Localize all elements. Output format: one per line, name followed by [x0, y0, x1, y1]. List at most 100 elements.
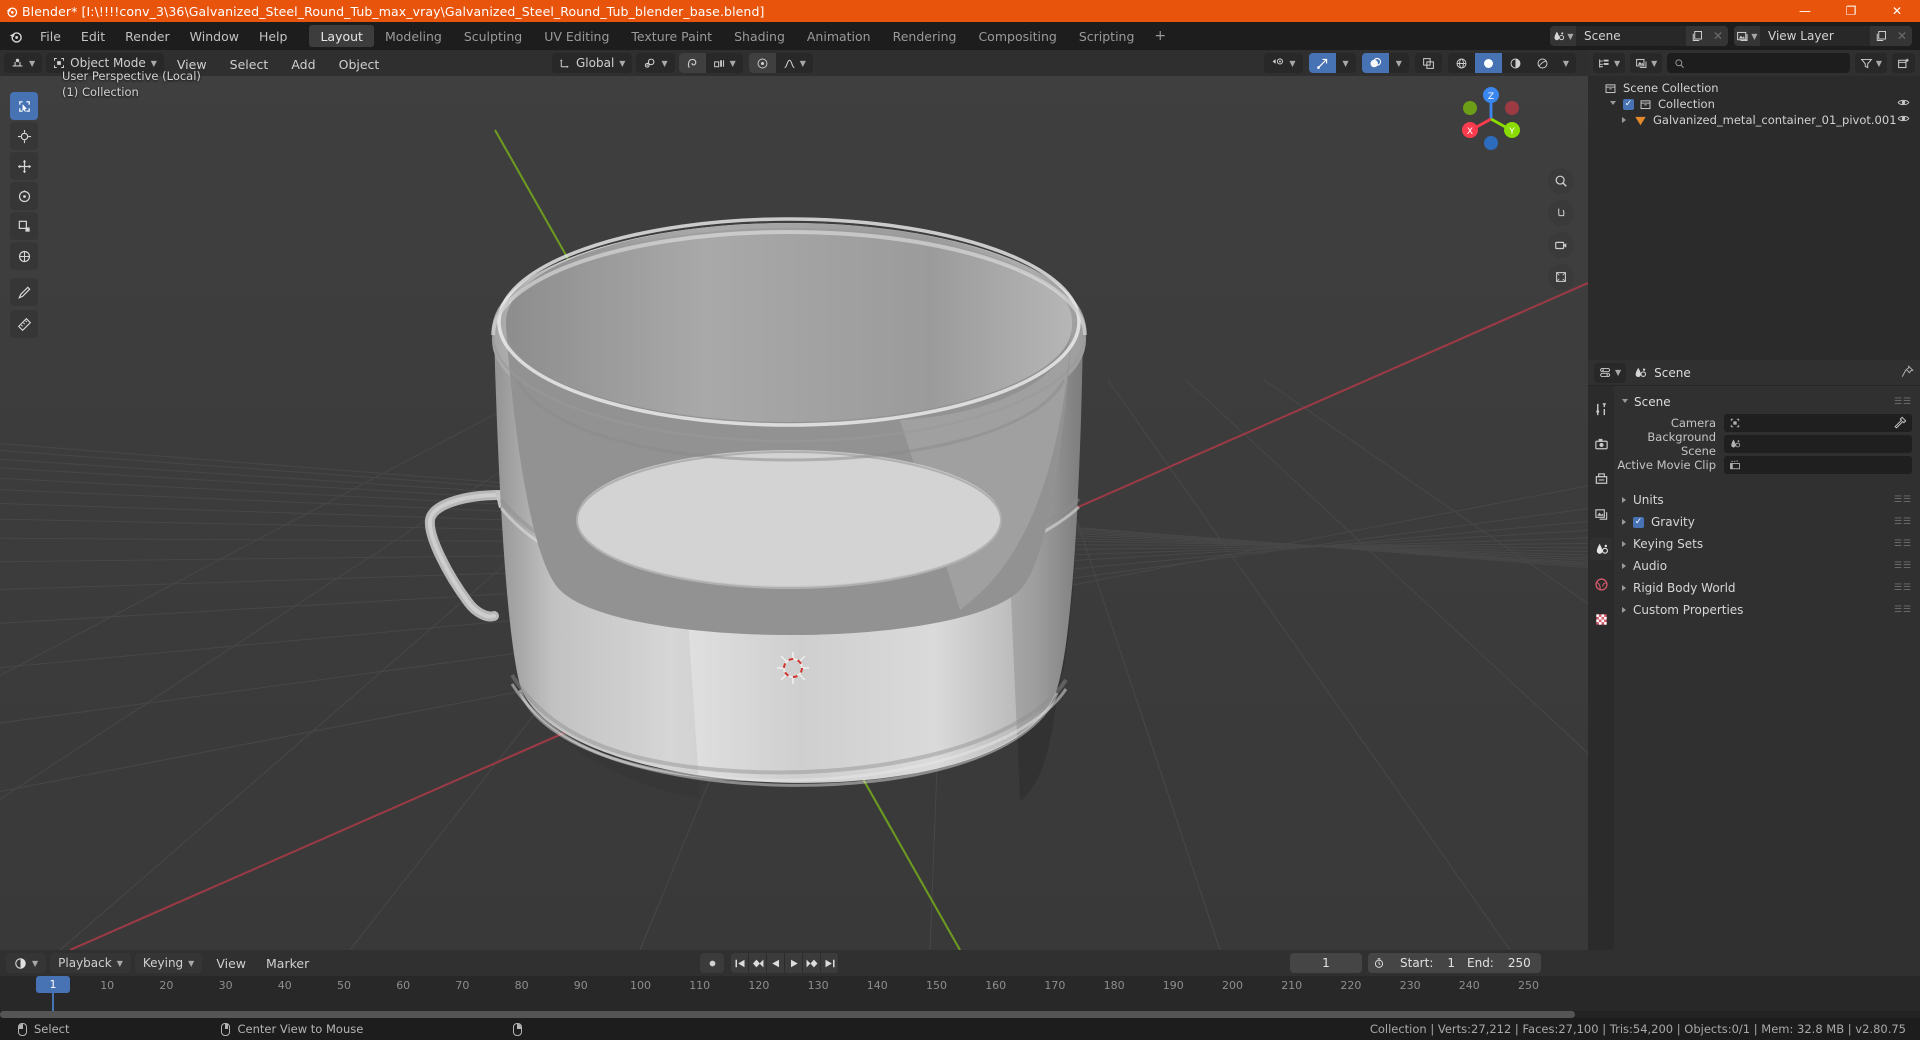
jump-to-start-button[interactable] [731, 953, 749, 973]
outliner-row-collection[interactable]: ✓ Collection [1588, 96, 1920, 112]
expand-keying-sets-icon[interactable] [1622, 541, 1626, 547]
view-layer-icon[interactable]: ▼ [1734, 26, 1760, 46]
3d-viewport[interactable]: ▼ Object Mode ▼ View Select Add Object G… [0, 50, 1588, 950]
section-units[interactable]: Units ☰☰ [1614, 490, 1920, 510]
outliner-search-input[interactable] [1667, 53, 1850, 73]
tab-texture-paint[interactable]: Texture Paint [620, 25, 723, 47]
timeline-editor-type-selector[interactable]: ▼ [6, 953, 47, 973]
material-preview-shading-icon[interactable] [1502, 53, 1529, 73]
tab-render-properties[interactable] [1590, 433, 1612, 455]
tab-modeling[interactable]: Modeling [374, 25, 453, 47]
overlay-options-dropdown[interactable]: ▼ [1389, 53, 1409, 73]
menu-window[interactable]: Window [180, 25, 249, 48]
tab-compositing[interactable]: Compositing [967, 25, 1067, 47]
play-button[interactable] [785, 953, 803, 973]
jump-to-end-button[interactable] [821, 953, 839, 973]
viewport-menu-select[interactable]: Select [221, 54, 278, 75]
record-keyframes-button[interactable] [700, 953, 724, 973]
editor-type-selector[interactable]: ▼ [4, 53, 43, 73]
tool-scale[interactable] [10, 212, 38, 240]
show-gizmo-toggle[interactable] [1308, 53, 1336, 73]
panel-drag-dots[interactable]: ☰☰ [1894, 495, 1912, 505]
navigation-gizmo[interactable]: Z X Y [1452, 80, 1530, 158]
scene-name[interactable]: Scene [1576, 26, 1686, 46]
snap-toggle[interactable] [678, 53, 706, 73]
view-layer-selector[interactable]: ▼ View Layer ✕ [1734, 26, 1912, 46]
current-frame-field[interactable]: 1 [1290, 953, 1362, 973]
panel-drag-dots[interactable]: ☰☰ [1894, 605, 1912, 615]
timeline-editor[interactable]: ▼ Playback ▼ Keying ▼ View Marker 1 Star… [0, 950, 1920, 1018]
object-visibility-icon[interactable]: ▼ [1264, 53, 1302, 73]
collapse-scene-panel-icon[interactable] [1622, 398, 1628, 406]
tool-rotate[interactable] [10, 182, 38, 210]
tab-rendering[interactable]: Rendering [882, 25, 968, 47]
timeline-marker-menu[interactable]: Marker [256, 956, 319, 971]
transform-orientation-selector[interactable]: Global ▼ [552, 53, 633, 73]
outliner-row-scene-collection[interactable]: Scene Collection [1588, 80, 1920, 96]
play-reverse-button[interactable] [767, 953, 785, 973]
pivot-point-selector[interactable]: ▼ [636, 53, 675, 73]
close-button[interactable]: ✕ [1874, 0, 1920, 22]
tab-shading[interactable]: Shading [723, 25, 796, 47]
collection-enable-checkbox[interactable]: ✓ [1623, 98, 1634, 110]
expand-audio-icon[interactable] [1622, 563, 1626, 569]
expand-rigid-body-world-icon[interactable] [1622, 585, 1626, 591]
start-frame-field[interactable]: Start: 1 [1390, 953, 1465, 973]
new-view-layer-button[interactable] [1870, 26, 1892, 46]
section-gravity[interactable]: ✓ Gravity ☰☰ [1614, 512, 1920, 532]
gizmo-options-dropdown[interactable]: ▼ [1336, 53, 1356, 73]
scene-panel-header[interactable]: Scene ☰☰ [1614, 392, 1920, 412]
panel-drag-dots[interactable]: ☰☰ [1894, 583, 1912, 593]
tool-annotate[interactable] [10, 278, 38, 306]
expand-custom-properties-icon[interactable] [1622, 607, 1626, 613]
maximize-button[interactable]: ❐ [1828, 0, 1874, 22]
outliner-editor[interactable]: ▼ ▼ ▼ Scene Collection ✓ Collection Galv… [1588, 50, 1920, 360]
snap-mode-selector[interactable]: ▼ [706, 53, 743, 73]
menu-file[interactable]: File [30, 25, 71, 48]
outliner-row-object[interactable]: Galvanized_metal_container_01_pivot.001 [1588, 112, 1920, 128]
expand-collection-icon[interactable] [1610, 100, 1616, 108]
playback-menu[interactable]: Playback ▼ [50, 953, 131, 973]
menu-help[interactable]: Help [249, 25, 298, 48]
section-custom-properties[interactable]: Custom Properties ☰☰ [1614, 600, 1920, 620]
section-rigid-body-world[interactable]: Rigid Body World ☰☰ [1614, 578, 1920, 598]
viewport-menu-add[interactable]: Add [282, 54, 324, 75]
use-preview-range-icon[interactable] [1368, 953, 1390, 973]
scene-selector[interactable]: ▼ Scene ✕ [1550, 26, 1728, 46]
section-audio[interactable]: Audio ☰☰ [1614, 556, 1920, 576]
pin-id-icon[interactable] [1901, 363, 1914, 382]
jump-to-prev-keyframe-button[interactable] [749, 953, 767, 973]
panel-drag-dots[interactable]: ☰☰ [1894, 397, 1912, 407]
outliner-editor-type-selector[interactable]: ▼ [1593, 53, 1626, 73]
expand-gravity-icon[interactable] [1622, 519, 1626, 525]
hide-in-viewport-icon[interactable] [1897, 96, 1910, 112]
panel-drag-dots[interactable]: ☰☰ [1894, 561, 1912, 571]
outliner-filter-button[interactable]: ▼ [1854, 53, 1887, 73]
properties-editor-type-selector[interactable]: ▼ [1594, 362, 1627, 383]
timeline-view-menu[interactable]: View [206, 956, 256, 971]
tab-animation[interactable]: Animation [796, 25, 882, 47]
tab-scene-properties[interactable] [1590, 538, 1612, 560]
section-keying-sets[interactable]: Keying Sets ☰☰ [1614, 534, 1920, 554]
eyedropper-icon[interactable] [1894, 414, 1907, 433]
wireframe-shading-icon[interactable] [1448, 53, 1475, 73]
minimize-button[interactable]: — [1782, 0, 1828, 22]
scene-icon[interactable]: ▼ [1550, 26, 1576, 46]
zoom-view-button[interactable] [1548, 168, 1574, 194]
tab-output-properties[interactable] [1590, 468, 1612, 490]
tab-uv-editing[interactable]: UV Editing [533, 25, 620, 47]
properties-editor[interactable]: ▼ Scene Scene ☰☰ Camera Background Scene… [1588, 360, 1920, 950]
tab-texture-properties[interactable] [1590, 608, 1612, 630]
jump-to-next-keyframe-button[interactable] [803, 953, 821, 973]
rendered-shading-icon[interactable] [1529, 53, 1556, 73]
timeline-scrollbar[interactable] [0, 1011, 1920, 1018]
tab-layout[interactable]: Layout [309, 25, 374, 47]
proportional-falloff-selector[interactable]: ▼ [776, 53, 813, 73]
tool-select-box[interactable] [10, 92, 38, 120]
timeline-body[interactable]: 1102030405060708090100110120130140150160… [0, 976, 1920, 1018]
menu-render[interactable]: Render [115, 25, 180, 48]
expand-object-icon[interactable] [1622, 117, 1626, 123]
panel-drag-dots[interactable]: ☰☰ [1894, 539, 1912, 549]
new-scene-button[interactable] [1686, 26, 1708, 46]
toggle-xray-icon[interactable] [1415, 53, 1442, 73]
